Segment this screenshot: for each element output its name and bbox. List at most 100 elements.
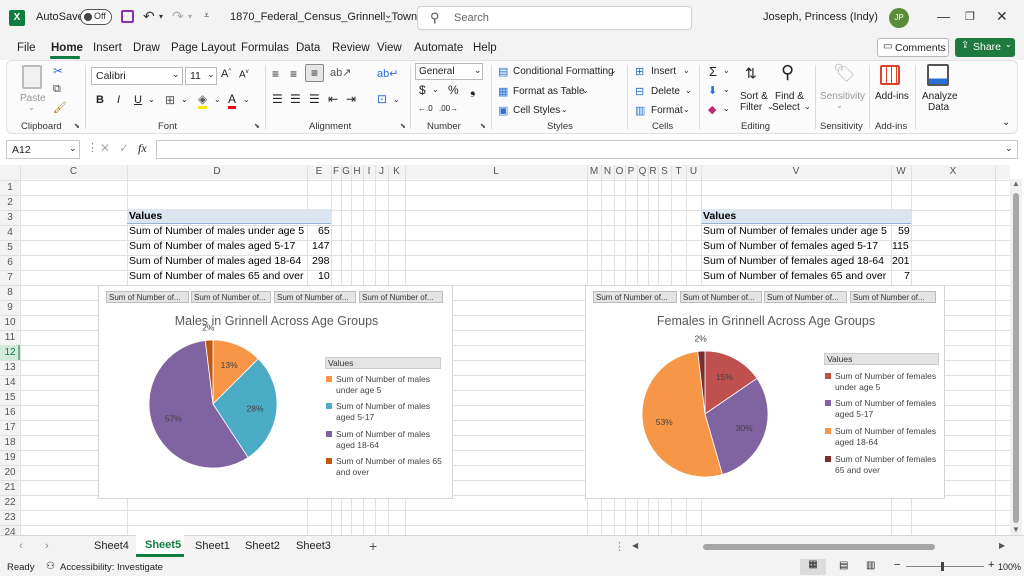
format-as-table-button[interactable]: Format as Table [513, 86, 585, 97]
insert-cells-icon[interactable]: ⊞ [635, 65, 644, 78]
males-pie-chart[interactable]: Sum of Number of... Sum of Number of... … [98, 285, 453, 499]
vertical-scrollbar[interactable]: ▲ ▼ [1010, 179, 1022, 535]
sheet-tab[interactable]: Sheet2 [245, 540, 280, 552]
row-header[interactable]: 22 [0, 497, 20, 508]
scroll-up-icon[interactable]: ▲ [1012, 179, 1020, 188]
addins-icon[interactable] [880, 65, 900, 85]
males-row-label[interactable]: Sum of Number of males under age 5 [129, 225, 304, 237]
fill-color-icon[interactable]: ◈ [198, 92, 208, 109]
comments-button[interactable]: ▭ Comments [877, 38, 949, 57]
column-header[interactable]: T [671, 165, 686, 179]
column-header[interactable]: C [20, 165, 127, 179]
males-row-value[interactable]: 298 [312, 255, 330, 267]
females-row-label[interactable]: Sum of Number of females aged 18-64 [703, 255, 884, 267]
font-launcher-icon[interactable]: ⬊ [254, 122, 260, 130]
row-header[interactable]: 6 [0, 257, 20, 268]
females-row-label[interactable]: Sum of Number of females aged 5-17 [703, 240, 878, 252]
tab-help[interactable]: Help [473, 42, 497, 54]
redo-icon[interactable]: ↷ [172, 8, 184, 25]
row-header[interactable]: 20 [0, 467, 20, 478]
males-row-value[interactable]: 147 [312, 240, 330, 252]
column-header[interactable]: X [911, 165, 995, 179]
clear-icon[interactable]: ◆ [708, 103, 716, 116]
find-select-icon[interactable]: ⚲ [781, 62, 794, 83]
column-header[interactable]: D [127, 165, 307, 179]
underline-icon[interactable]: U [134, 94, 142, 106]
find-select-label[interactable]: Find & [775, 91, 804, 102]
increase-decimal-icon[interactable]: ←.0 [418, 104, 433, 113]
insert-cells-button[interactable]: Insert [651, 66, 676, 77]
males-row-value[interactable]: 65 [318, 225, 330, 237]
clear-chevron-icon[interactable]: ⌄ [723, 104, 730, 113]
alignment-launcher-icon[interactable]: ⬊ [400, 122, 406, 130]
females-row-value[interactable]: 115 [892, 240, 909, 252]
females-row-value[interactable]: 59 [898, 225, 910, 237]
row-header[interactable]: 10 [0, 317, 20, 328]
cut-icon[interactable]: ✂ [53, 64, 63, 78]
females-row-label[interactable]: Sum of Number of females under age 5 [703, 225, 887, 237]
insert-chevron-icon[interactable]: ⌄ [683, 66, 690, 75]
sort-filter-icon[interactable]: ⇅ [745, 65, 757, 82]
currency-icon[interactable]: $ [419, 83, 426, 97]
tab-page-layout[interactable]: Page Layout [171, 42, 236, 54]
row-header[interactable]: 16 [0, 407, 20, 418]
males-row-value[interactable]: 10 [318, 270, 330, 282]
page-break-view-icon[interactable]: ▥ [866, 560, 875, 571]
column-header[interactable]: G [341, 165, 351, 179]
tab-file[interactable]: File [17, 42, 36, 54]
delete-cells-button[interactable]: Delete [651, 86, 680, 97]
clipboard-launcher-icon[interactable]: ⬊ [74, 122, 80, 130]
restore-icon[interactable]: ❐ [965, 10, 975, 23]
minimize-icon[interactable]: — [937, 9, 950, 24]
add-sheet-button[interactable]: + [369, 538, 377, 554]
legend-item[interactable]: Sum of Number of males under age 5 [326, 374, 448, 396]
align-left-icon[interactable]: ☰ [272, 92, 283, 106]
close-icon[interactable]: ✕ [996, 8, 1008, 25]
paste-icon[interactable] [22, 65, 42, 89]
column-header[interactable]: S [658, 165, 671, 179]
row-header[interactable]: 12 [0, 347, 20, 358]
find-select-chevron-icon[interactable]: ⌄ [804, 102, 811, 111]
legend-item[interactable]: Sum of Number of males 65 and over [326, 456, 448, 478]
column-header[interactable]: M [587, 165, 601, 179]
zoom-out-icon[interactable]: − [894, 559, 900, 571]
format-table-icon[interactable]: ▦ [498, 85, 508, 98]
males-row-label[interactable]: Sum of Number of males aged 18-64 [129, 255, 301, 267]
analyze-data-icon[interactable] [927, 64, 949, 86]
row-header[interactable]: 18 [0, 437, 20, 448]
comma-icon[interactable]: ❟ [470, 81, 476, 98]
scroll-left-icon[interactable]: ◀ [632, 541, 638, 550]
decrease-font-icon[interactable]: Av [239, 69, 249, 80]
filename-chevron-icon[interactable]: ⌄ [384, 10, 392, 21]
row-header[interactable]: 19 [0, 452, 20, 463]
analyze-data-label-2[interactable]: Data [928, 102, 949, 113]
addins-button-label[interactable]: Add-ins [875, 91, 909, 102]
sensitivity-icon[interactable]: 🏷 [833, 63, 856, 84]
bold-icon[interactable]: B [96, 94, 104, 106]
fill-color-chevron-icon[interactable]: ⌄ [214, 95, 221, 104]
legend-item[interactable]: Sum of Number of males aged 5-17 [326, 401, 448, 423]
row-header[interactable]: 23 [0, 512, 20, 523]
males-row-label[interactable]: Sum of Number of males aged 5-17 [129, 240, 295, 252]
align-center-icon[interactable]: ☰ [290, 92, 301, 106]
zoom-in-icon[interactable]: + [988, 559, 994, 571]
males-row-label[interactable]: Sum of Number of males 65 and over [129, 270, 304, 282]
females-pie-chart[interactable]: Sum of Number of... Sum of Number of... … [585, 285, 945, 499]
cancel-entry-icon[interactable]: ✕ [100, 141, 110, 155]
scroll-right-icon[interactable]: ▶ [999, 541, 1005, 550]
row-header[interactable]: 13 [0, 362, 20, 373]
row-header[interactable]: 3 [0, 212, 20, 223]
tab-home[interactable]: Home [51, 42, 83, 54]
sheet-tab[interactable]: Sheet4 [94, 540, 129, 552]
undo-dropdown-icon[interactable]: ▾ [159, 12, 163, 21]
align-middle-icon[interactable]: ≡ [290, 67, 297, 81]
scroll-down-icon[interactable]: ▼ [1012, 525, 1020, 534]
zoom-slider-thumb[interactable] [941, 562, 944, 571]
collapse-ribbon-icon[interactable]: ⌄ [1002, 117, 1010, 128]
tab-view[interactable]: View [377, 42, 402, 54]
legend-item[interactable]: Sum of Number of males aged 18-64 [326, 429, 448, 451]
fill-icon[interactable]: ⬇ [708, 84, 717, 97]
legend-item[interactable]: Sum of Number of females aged 18-64 [825, 426, 947, 448]
borders-chevron-icon[interactable]: ⌄ [181, 95, 188, 104]
conditional-formatting-button[interactable]: Conditional Formatting [513, 66, 614, 77]
